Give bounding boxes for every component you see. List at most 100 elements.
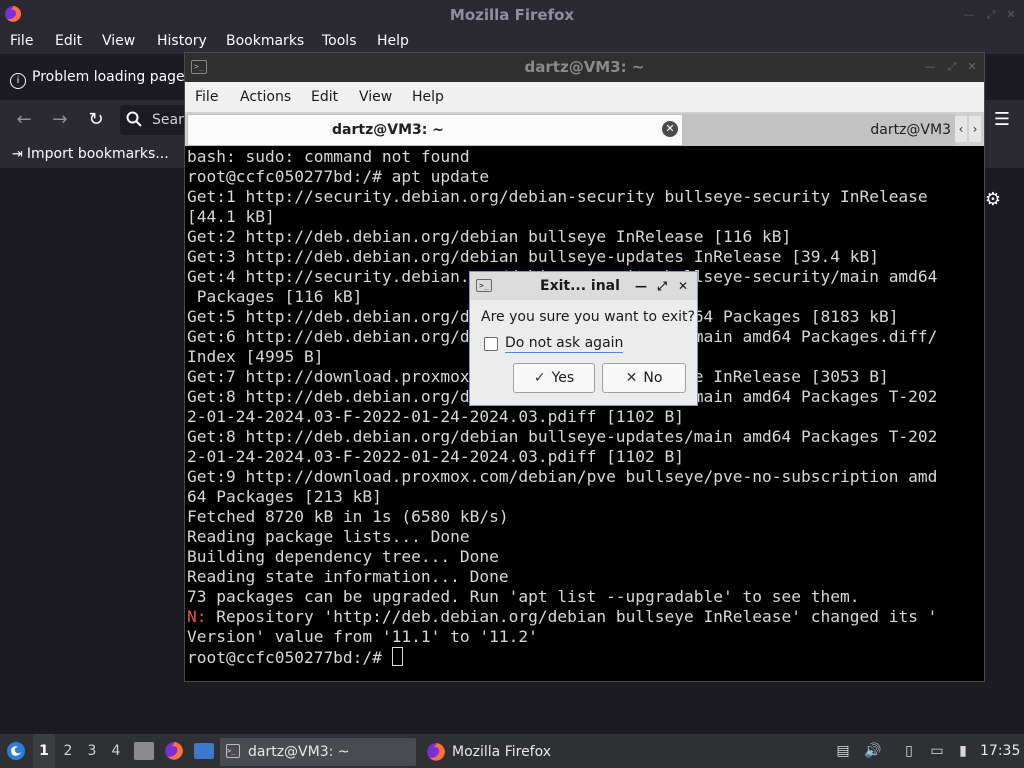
dialog-title: Exit... inal <box>540 278 620 294</box>
firefox-launcher-icon[interactable] <box>164 741 184 761</box>
exit-dialog: >_ Exit... inal — ⤢ ✕ Are you sure you w… <box>469 271 698 406</box>
terminal-close-button[interactable]: ✕ <box>965 60 979 74</box>
notification-tray-icon[interactable]: ▮ <box>954 742 972 760</box>
terminal-line: Get:2 http://deb.debian.org/debian bulls… <box>187 227 792 246</box>
clock: 17:35 <box>980 743 1021 759</box>
info-icon: i <box>10 73 26 89</box>
checkmark-icon: ✓ <box>533 370 546 386</box>
tab-scroll-right-icon[interactable]: › <box>969 116 981 142</box>
clipboard-tray-icon[interactable]: ▤ <box>834 742 852 760</box>
dialog-maximize-button[interactable]: ⤢ <box>655 279 669 293</box>
terminal-line: Packages [116 kB] <box>196 287 363 306</box>
terminal-line: bash: sudo: command not found <box>187 147 470 166</box>
terminal-minimize-button[interactable]: — <box>923 60 937 74</box>
terminal-tab-2-label: dartz@VM3 <box>870 122 951 138</box>
terminal-line: Building dependency tree... Done <box>187 547 499 566</box>
firefox-window-title: Mozilla Firefox <box>449 6 575 24</box>
taskbar-firefox-button[interactable]: Mozilla Firefox <box>424 738 624 766</box>
terminal-line: Fetched 8720 kB in 1s (6580 kB/s) <box>187 507 509 526</box>
terminal-line: 73 packages can be upgraded. Run 'apt li… <box>187 587 860 606</box>
terminal-tab-inactive[interactable]: dartz@VM3 <box>683 114 955 146</box>
search-icon <box>126 111 142 127</box>
firefox-menu-tools[interactable]: Tools <box>322 30 357 54</box>
dialog-close-button[interactable]: ✕ <box>676 279 690 293</box>
tab-scroll-left-icon[interactable]: ‹ <box>955 116 967 142</box>
terminal-menubar: File Actions Edit View Help <box>185 82 984 112</box>
terminal-line: Get:3 http://deb.debian.org/debian bulls… <box>187 247 879 266</box>
terminal-app-icon: >_ <box>191 60 207 74</box>
settings-gear-icon[interactable]: ⚙ <box>983 189 1003 211</box>
reload-icon[interactable]: ↻ <box>84 108 108 132</box>
taskbar-firefox-label: Mozilla Firefox <box>452 744 552 760</box>
no-button[interactable]: ✕ No <box>602 363 686 393</box>
import-icon: ⇥ <box>12 147 23 162</box>
taskbar-terminal-label: dartz@VM3: ~ <box>248 744 350 760</box>
notice-continuation: Version' value from '11.1' to '11.2' <box>187 627 538 646</box>
start-menu-icon[interactable] <box>6 741 26 761</box>
workspace-4[interactable]: 4 <box>105 734 127 768</box>
terminal-line: 64 Packages [213 kB] <box>187 487 382 506</box>
terminal-task-icon: >_ <box>226 744 240 758</box>
terminal-line: 2-01-24-2024.03-F-2022-01-24-2024.03.pdi… <box>187 407 685 426</box>
notice-text: Repository 'http://deb.debian.org/debian… <box>206 607 938 626</box>
terminal-menu-actions[interactable]: Actions <box>240 82 291 112</box>
firefox-minimize-button[interactable]: — <box>962 8 976 22</box>
do-not-ask-checkbox[interactable] <box>484 337 498 351</box>
x-icon: ✕ <box>625 370 638 386</box>
import-bookmarks-link[interactable]: ⇥ Import bookmarks... <box>12 144 169 164</box>
terminal-line: Reading state information... Done <box>187 567 509 586</box>
firefox-menu-help[interactable]: Help <box>377 30 409 54</box>
terminal-output[interactable]: bash: sudo: command not found root@ccfc0… <box>187 147 977 677</box>
dialog-question: Are you sure you want to exit? <box>481 309 695 325</box>
terminal-menu-edit[interactable]: Edit <box>311 82 338 112</box>
dialog-minimize-button[interactable]: — <box>634 279 648 293</box>
forward-arrow-icon[interactable]: → <box>48 108 72 132</box>
network-tray-icon[interactable]: ▭ <box>928 742 946 760</box>
firefox-menu-edit[interactable]: Edit <box>55 30 82 54</box>
terminal-line: Get:1 http://security.debian.org/debian-… <box>187 187 928 206</box>
firefox-task-icon <box>427 743 445 761</box>
terminal-menu-help[interactable]: Help <box>412 82 444 112</box>
no-button-label: No <box>643 370 663 386</box>
volume-icon[interactable]: 🔊 <box>864 742 882 760</box>
hamburger-menu-icon[interactable]: ☰ <box>990 108 1014 132</box>
workspace-1[interactable]: 1 <box>33 734 55 768</box>
back-arrow-icon[interactable]: ← <box>12 108 36 132</box>
terminal-maximize-button[interactable]: ⤢ <box>945 60 959 74</box>
firefox-menubar: File Edit View History Bookmarks Tools H… <box>0 30 1024 54</box>
yes-button-label: Yes <box>551 370 575 386</box>
terminal-menu-file[interactable]: File <box>195 82 218 112</box>
terminal-line: Index [4995 B] <box>187 347 324 366</box>
workspace-2[interactable]: 2 <box>57 734 79 768</box>
terminal-window-title: dartz@VM3: ~ <box>524 58 645 76</box>
terminal-tab-label: dartz@VM3: ~ <box>332 122 444 138</box>
desktop-icon[interactable] <box>194 743 214 759</box>
yes-button[interactable]: ✓ Yes <box>513 363 595 393</box>
taskbar-terminal-button[interactable]: >_ dartz@VM3: ~ <box>220 738 416 766</box>
import-bookmarks-label: Import bookmarks... <box>26 146 169 162</box>
firefox-url-placeholder: Sear <box>152 112 184 128</box>
file-manager-icon[interactable] <box>134 742 154 760</box>
terminal-line: Reading package lists... Done <box>187 527 470 546</box>
notes-tray-icon[interactable]: ▯ <box>900 742 918 760</box>
firefox-menu-history[interactable]: History <box>157 30 207 54</box>
firefox-close-button[interactable]: ✕ <box>1004 8 1018 22</box>
firefox-menu-file[interactable]: File <box>10 30 33 54</box>
shell-prompt: root@ccfc050277bd:/# <box>187 648 392 667</box>
terminal-line: 2-01-24-2024.03-F-2022-01-24-2024.03.pdi… <box>187 447 685 466</box>
notice-prefix: N: <box>187 607 207 626</box>
dialog-terminal-icon: >_ <box>476 279 492 292</box>
firefox-tab-problem-loading[interactable]: i Problem loading page <box>0 62 185 92</box>
firefox-menu-view[interactable]: View <box>102 30 135 54</box>
terminal-line: root@ccfc050277bd:/# apt update <box>187 167 490 186</box>
terminal-menu-view[interactable]: View <box>359 82 392 112</box>
firefox-logo-icon <box>5 6 21 22</box>
terminal-line: Get:8 http://deb.debian.org/debian bulls… <box>187 427 938 446</box>
do-not-ask-label[interactable]: Do not ask again <box>505 335 624 353</box>
firefox-maximize-button[interactable]: ⤢ <box>984 8 998 22</box>
firefox-tab-label: Problem loading page <box>32 69 185 85</box>
terminal-tab-active[interactable]: dartz@VM3: ~ ✕ <box>187 114 683 146</box>
tab-close-icon[interactable]: ✕ <box>662 121 678 137</box>
workspace-3[interactable]: 3 <box>81 734 103 768</box>
firefox-menu-bookmarks[interactable]: Bookmarks <box>226 30 304 54</box>
